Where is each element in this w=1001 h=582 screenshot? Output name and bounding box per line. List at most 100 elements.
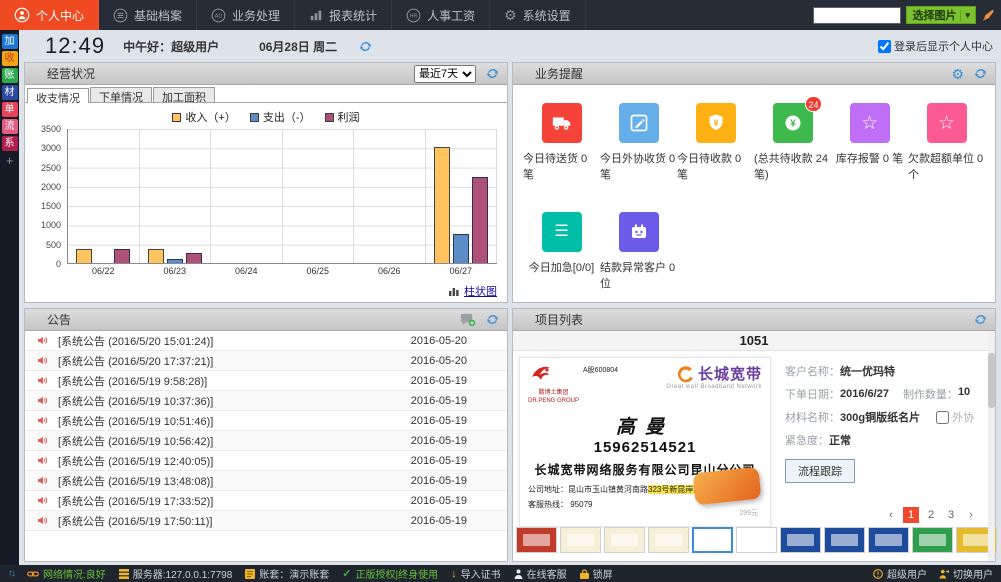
announcement-row[interactable]: [系统公告 (2016/5/19 12:40:05)] 2016-05-19: [25, 451, 507, 471]
speaker-icon: [37, 515, 48, 526]
card-thumbnail-6[interactable]: [736, 527, 777, 553]
announcement-row[interactable]: [系统公告 (2016/5/19 17:50:11)] 2016-05-19: [25, 511, 507, 531]
reminder-item[interactable]: ¥ 今日待收款 0 笔: [677, 103, 754, 182]
page-next[interactable]: ›: [963, 507, 979, 523]
add-announcement-icon[interactable]: [460, 312, 476, 327]
page-1[interactable]: 1: [903, 507, 919, 523]
chart-legend: 收入（+）支出（-）利润: [25, 109, 507, 125]
sidebar-add-button[interactable]: +: [2, 153, 18, 168]
gear-icon[interactable]: ⚙: [951, 67, 964, 81]
nav-item-业务处理[interactable]: AD业务处理: [197, 0, 295, 30]
reminder-item[interactable]: 结款异常客户 0 位: [600, 212, 677, 291]
reminder-item[interactable]: ☆ 库存报警 0 笔: [831, 103, 908, 182]
card-stock-code: A股600804: [583, 365, 618, 406]
announcement-row[interactable]: [系统公告 (2016/5/20 15:01:24)] 2016-05-20: [25, 331, 507, 351]
topbar-right: 选择图片 ▾: [813, 0, 996, 30]
page-3[interactable]: 3: [943, 507, 959, 523]
modem-image: [693, 467, 762, 506]
refresh-icon[interactable]: [974, 67, 987, 80]
updown-icon[interactable]: ↑↓: [8, 568, 14, 579]
announcement-date: 2016-05-19: [411, 395, 467, 407]
chain-icon: [27, 569, 39, 579]
business-status-header: 经营状况 最近7天: [25, 63, 507, 85]
switch-user-icon: [939, 569, 949, 579]
refresh-icon[interactable]: [486, 67, 499, 80]
sidebar-item-材[interactable]: 材: [2, 85, 18, 100]
announcement-row[interactable]: [系统公告 (2016/5/19 13:48:08)] 2016-05-19: [25, 471, 507, 491]
reminder-item[interactable]: ☆ 欠款超额单位 0 个: [908, 103, 985, 182]
sidebar-item-流[interactable]: 流: [2, 119, 18, 134]
range-select[interactable]: 最近7天: [414, 65, 476, 83]
chart-category-group: 06/24: [211, 129, 283, 263]
nav-item-个人中心[interactable]: 个人中心: [0, 0, 99, 30]
card-thumbnail-1[interactable]: [516, 527, 557, 553]
refresh-icon[interactable]: [359, 40, 372, 53]
horn-icon[interactable]: [981, 8, 996, 23]
shield-yen-icon: ¥: [706, 113, 726, 133]
reminder-label: 结款异常客户 0 位: [600, 259, 677, 291]
nav-item-系统设置[interactable]: ⚙系统设置: [490, 0, 586, 30]
status-锁屏[interactable]: 锁屏: [580, 566, 613, 581]
card-thumbnail-4[interactable]: [648, 527, 689, 553]
reminders-title: 业务提醒: [535, 65, 583, 82]
sidebar-item-加[interactable]: 加: [2, 34, 18, 49]
page-2[interactable]: 2: [923, 507, 939, 523]
image-search-input[interactable]: [813, 7, 901, 24]
projects-header: 项目列表: [513, 309, 995, 331]
sidebar-item-收[interactable]: 收: [2, 51, 18, 66]
reminder-label: 今日待送货 0 笔: [523, 150, 600, 182]
card-thumbnail-8[interactable]: [824, 527, 865, 553]
server-icon: [119, 569, 129, 579]
announcement-row[interactable]: [系统公告 (2016/5/20 17:37:21)] 2016-05-20: [25, 351, 507, 371]
outsource-checkbox[interactable]: [936, 411, 949, 424]
status-导入证书[interactable]: ↓导入证书: [451, 566, 501, 581]
status-tabs: 收支情况下单情况加工面积: [25, 85, 507, 103]
speaker-icon: [37, 415, 48, 426]
announcement-text: [系统公告 (2016/5/19 10:56:42)]: [58, 433, 213, 449]
card-thumbnail-2[interactable]: [560, 527, 601, 553]
y-tick-label: 1500: [41, 201, 61, 211]
card-thumbnail-9[interactable]: [868, 527, 909, 553]
sidebar-item-系[interactable]: 系: [2, 136, 18, 151]
status-在线客服[interactable]: 在线客服: [514, 566, 567, 581]
announcement-row[interactable]: [系统公告 (2016/5/19 10:51:46)] 2016-05-19: [25, 411, 507, 431]
status-切换用户[interactable]: 切换用户: [939, 566, 993, 581]
announcement-row[interactable]: [系统公告 (2016/5/19 9:58:28)] 2016-05-19: [25, 371, 507, 391]
tab-收支情况[interactable]: 收支情况: [27, 88, 89, 103]
reminder-item[interactable]: 今日外协收货 0 笔: [600, 103, 677, 182]
reminder-item[interactable]: ¥ 24 (总共待收款 24 笔): [754, 103, 831, 182]
refresh-icon[interactable]: [974, 313, 987, 326]
x-tick-label: 06/27: [426, 266, 497, 276]
card-thumbnail-7[interactable]: [780, 527, 821, 553]
nav-item-报表统计[interactable]: 报表统计: [295, 0, 392, 30]
tab-下单情况[interactable]: 下单情况: [90, 87, 152, 102]
status-超级用户[interactable]: 超级用户: [873, 566, 927, 581]
tab-加工面积[interactable]: 加工面积: [153, 87, 215, 102]
projects-scrollbar[interactable]: [988, 331, 995, 561]
star-icon: ☆: [938, 114, 955, 133]
announcement-row[interactable]: [系统公告 (2016/5/19 10:56:42)] 2016-05-19: [25, 431, 507, 451]
speaker-icon: [37, 435, 48, 446]
nav-item-基础档案[interactable]: 基础档案: [99, 0, 197, 30]
reminder-item[interactable]: ☰ 今日加急[0/0]: [523, 212, 600, 291]
announcement-text: [系统公告 (2016/5/19 17:50:11)]: [58, 513, 213, 529]
announcement-row[interactable]: [系统公告 (2016/5/19 17:33:52)] 2016-05-19: [25, 491, 507, 511]
card-thumbnail-5[interactable]: [692, 527, 733, 553]
edit-icon: [629, 113, 649, 133]
announcement-row[interactable]: [系统公告 (2016/5/19 10:37:36)] 2016-05-19: [25, 391, 507, 411]
pick-image-button[interactable]: 选择图片 ▾: [906, 6, 976, 24]
main-nav: 个人中心基础档案AD业务处理报表统计HR人事工资⚙系统设置: [0, 0, 586, 30]
track-process-button[interactable]: 流程跟踪: [785, 459, 855, 483]
card-thumbnail-10[interactable]: [912, 527, 953, 553]
sidebar-item-账[interactable]: 账: [2, 68, 18, 83]
show-personal-checkbox[interactable]: [878, 40, 891, 53]
page-prev[interactable]: ‹: [883, 507, 899, 523]
card-thumbnail-3[interactable]: [604, 527, 645, 553]
reminder-item[interactable]: 今日待送货 0 笔: [523, 103, 600, 182]
refresh-icon[interactable]: [486, 313, 499, 326]
nav-item-人事工资[interactable]: HR人事工资: [392, 0, 490, 30]
sidebar-item-单[interactable]: 单: [2, 102, 18, 117]
chart-type-link[interactable]: 柱状图: [464, 283, 497, 299]
business-card-preview[interactable]: 鹏博士集团 DR.PENG GROUP A股600804 长城宽带 Great …: [519, 357, 771, 527]
order-date: 2016/6/27: [840, 388, 889, 400]
